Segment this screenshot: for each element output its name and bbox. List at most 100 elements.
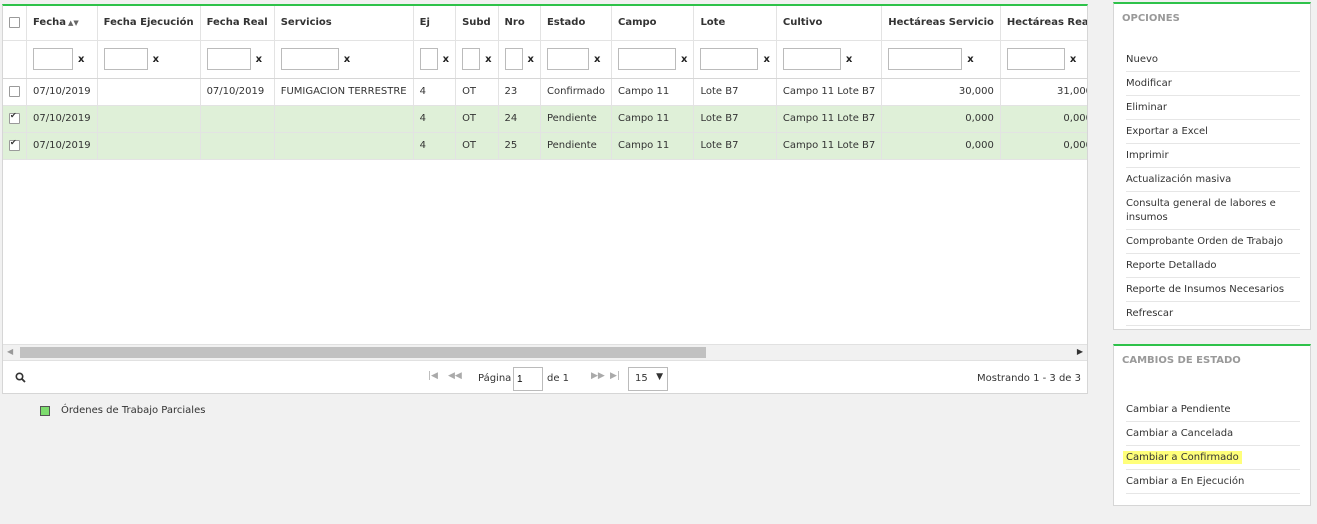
scroll-left-icon[interactable]: ◀ xyxy=(7,347,13,356)
filter-input-ej[interactable] xyxy=(419,48,438,70)
clear-filter-icon[interactable]: x xyxy=(528,54,534,65)
table-cell: 23 xyxy=(498,78,541,106)
filter-input-cultivo[interactable] xyxy=(782,48,841,70)
table-cell xyxy=(97,132,201,160)
column-header-subd[interactable]: Subd xyxy=(455,6,499,41)
column-header-fecha-ejecucion[interactable]: Fecha Ejecución xyxy=(97,6,201,41)
search-icon[interactable] xyxy=(15,372,26,386)
column-header-fecha[interactable]: Fecha ▲▼ xyxy=(26,6,98,41)
state-cambiar-a-confirmado[interactable]: Cambiar a Confirmado xyxy=(1123,446,1300,470)
clear-filter-icon[interactable]: x xyxy=(256,54,262,65)
page-input[interactable] xyxy=(513,367,543,391)
filter-input-nro[interactable] xyxy=(504,48,523,70)
column-header-label: Fecha Ejecución xyxy=(103,17,194,29)
menu-item-label: Refrescar xyxy=(1126,308,1174,319)
option-comprobante-orden-de-trabajo[interactable]: Comprobante Orden de Trabajo xyxy=(1126,230,1300,254)
table-cell: Lote B7 xyxy=(693,132,777,160)
clear-filter-icon[interactable]: x xyxy=(344,54,350,65)
column-header-fecha-real[interactable]: Fecha Real xyxy=(200,6,275,41)
option-reporte-detallado[interactable]: Reporte Detallado xyxy=(1126,254,1300,278)
horizontal-scrollbar[interactable]: ◀ ▶ xyxy=(3,344,1087,360)
option-reporte-de-insumos-necesarios[interactable]: Reporte de Insumos Necesarios xyxy=(1126,278,1300,302)
legend: Órdenes de Trabajo Parciales xyxy=(40,405,205,416)
options-panel: OPCIONES Nuevo Modificar Eliminar Exportar … xyxy=(1113,2,1311,330)
table-cell: 25 xyxy=(498,132,541,160)
filter-input-fecha-real[interactable] xyxy=(206,48,251,70)
table-cell: 0,000 xyxy=(1000,132,1087,160)
column-header-estado[interactable]: Estado xyxy=(540,6,612,41)
option-eliminar[interactable]: Eliminar xyxy=(1126,96,1300,120)
filter-cell xyxy=(3,40,27,79)
option-actualizacion-masiva[interactable]: Actualización masiva xyxy=(1126,168,1300,192)
column-header-nro[interactable]: Nro xyxy=(498,6,541,41)
sort-icon[interactable]: ▲▼ xyxy=(68,19,79,27)
clear-filter-icon[interactable]: x xyxy=(763,54,769,65)
column-header-hectareas-servicio[interactable]: Hectáreas Servicio xyxy=(881,6,1001,41)
row-select-cell[interactable] xyxy=(3,78,27,106)
legend-label: Órdenes de Trabajo Parciales xyxy=(61,405,206,416)
table-cell: OT xyxy=(455,105,499,133)
filter-cell: x xyxy=(540,40,612,79)
scroll-thumb[interactable] xyxy=(20,347,706,358)
column-header-label: Fecha Real xyxy=(206,17,268,29)
option-refrescar[interactable]: Refrescar xyxy=(1126,302,1300,326)
table-cell: Campo 11 xyxy=(611,105,695,133)
clear-filter-icon[interactable]: x xyxy=(485,54,491,65)
option-exportar-a-excel[interactable]: Exportar a Excel xyxy=(1126,120,1300,144)
column-header-label: Subd xyxy=(462,17,491,29)
column-header-campo[interactable]: Campo xyxy=(611,6,695,41)
filter-input-campo[interactable] xyxy=(617,48,676,70)
select-all-checkbox[interactable] xyxy=(3,6,27,41)
table-row[interactable]: 07/10/2019 4OT24PendienteCampo 11Lote B7C… xyxy=(3,105,1087,133)
filter-control: x xyxy=(280,48,407,70)
last-page-icon[interactable]: ▶| xyxy=(610,371,620,381)
next-page-icon[interactable]: ▶▶ xyxy=(591,371,605,381)
filter-input-subd[interactable] xyxy=(462,48,481,70)
clear-filter-icon[interactable]: x xyxy=(594,54,600,65)
filter-input-lote[interactable] xyxy=(700,48,759,70)
filter-input-servicios[interactable] xyxy=(280,48,339,70)
filter-input-fecha-ejecucion[interactable] xyxy=(103,48,148,70)
table-row[interactable]: 07/10/2019 07/10/2019 FUMIGACION TERRESTRE… xyxy=(3,78,1087,106)
filter-input-hectareas-servicio[interactable] xyxy=(888,48,963,70)
clear-filter-icon[interactable]: x xyxy=(443,54,449,65)
state-cambiar-a-en-ejecucion[interactable]: Cambiar a En Ejecución xyxy=(1126,470,1300,494)
option-nuevo[interactable]: Nuevo xyxy=(1126,48,1300,72)
filter-input-fecha[interactable] xyxy=(33,48,73,70)
table-row[interactable]: 07/10/2019 4OT25PendienteCampo 11Lote B7C… xyxy=(3,132,1087,160)
state-cambiar-a-pendiente[interactable]: Cambiar a Pendiente xyxy=(1126,398,1300,422)
column-header-label: Nro xyxy=(504,17,525,29)
table-cell: Campo 11 xyxy=(611,78,695,106)
row-select-cell[interactable] xyxy=(3,132,27,160)
clear-filter-icon[interactable]: x xyxy=(967,54,973,65)
option-imprimir[interactable]: Imprimir xyxy=(1126,144,1300,168)
options-list: Nuevo Modificar Eliminar Exportar a Excel Im… xyxy=(1114,48,1310,326)
filter-input-estado[interactable] xyxy=(546,48,589,70)
select-all-checkbox-box[interactable] xyxy=(9,17,20,28)
column-header-lote[interactable]: Lote xyxy=(693,6,777,41)
column-header-servicios[interactable]: Servicios xyxy=(274,6,414,41)
clear-filter-icon[interactable]: x xyxy=(153,54,159,65)
first-page-icon[interactable]: |◀ xyxy=(428,371,438,381)
clear-filter-icon[interactable]: x xyxy=(681,54,687,65)
per-page-select[interactable]: 15 ▼ xyxy=(628,367,668,391)
column-header-ej[interactable]: Ej xyxy=(413,6,457,41)
clear-filter-icon[interactable]: x xyxy=(846,54,852,65)
menu-item-label: Nuevo xyxy=(1126,54,1159,65)
column-header-label: Campo xyxy=(617,17,657,29)
filter-input-hectareas-real[interactable] xyxy=(1006,48,1065,70)
clear-filter-icon[interactable]: x xyxy=(1070,54,1076,65)
state-cambiar-a-cancelada[interactable]: Cambiar a Cancelada xyxy=(1126,422,1300,446)
option-consulta-general-de-labores-e-insumos[interactable]: Consulta general de labores e insumos xyxy=(1126,192,1300,230)
column-header-cultivo[interactable]: Cultivo xyxy=(776,6,883,41)
column-header-hectareas-real[interactable]: Hectáreas Real xyxy=(1000,6,1087,41)
clear-filter-icon[interactable]: x xyxy=(78,54,84,65)
scroll-right-icon[interactable]: ▶ xyxy=(1077,347,1083,356)
row-select-cell[interactable] xyxy=(3,105,27,133)
row-checkbox[interactable] xyxy=(9,111,20,124)
table-cell: Campo 11 Lote B7 xyxy=(776,105,883,133)
row-checkbox[interactable] xyxy=(9,85,20,97)
row-checkbox[interactable] xyxy=(9,138,20,151)
prev-page-icon[interactable]: ◀◀ xyxy=(448,371,462,381)
option-modificar[interactable]: Modificar xyxy=(1126,72,1300,96)
